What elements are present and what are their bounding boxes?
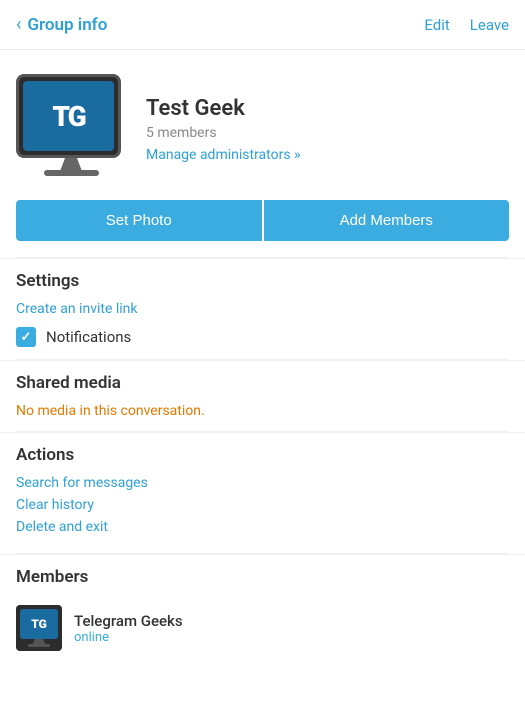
back-button[interactable]: ‹ Group info (16, 14, 107, 35)
group-name: Test Geek (146, 96, 509, 121)
group-details: Test Geek 5 members Manage administrator… (146, 96, 509, 163)
header-actions: Edit Leave (424, 16, 509, 34)
shared-media-empty: No media in this conversation. (16, 403, 509, 419)
actions-title: Actions (16, 445, 509, 465)
set-photo-button[interactable]: Set Photo (16, 200, 262, 241)
avatar: TG (16, 74, 126, 184)
list-item[interactable]: TG Telegram Geeks online (16, 597, 509, 659)
settings-section: Settings Create an invite link ✓ Notific… (0, 258, 525, 359)
shared-media-title: Shared media (16, 373, 509, 393)
member-status: online (74, 630, 183, 645)
profile-section: TG Test Geek 5 members Manage administra… (0, 50, 525, 200)
search-messages-link[interactable]: Search for messages (16, 475, 509, 491)
add-members-button[interactable]: Add Members (264, 200, 510, 241)
checkmark-icon: ✓ (21, 330, 32, 345)
notifications-row: ✓ Notifications (16, 327, 509, 347)
edit-button[interactable]: Edit (424, 16, 449, 34)
create-invite-link[interactable]: Create an invite link (16, 301, 509, 317)
member-count: 5 members (146, 125, 509, 141)
back-chevron-icon: ‹ (16, 14, 21, 35)
notifications-label: Notifications (46, 328, 131, 346)
group-avatar-image: TG (23, 81, 114, 151)
members-title: Members (16, 567, 509, 587)
members-section: Members TG Telegram Geeks online (0, 554, 525, 671)
header: ‹ Group info Edit Leave (0, 0, 525, 50)
member-info: Telegram Geeks online (74, 612, 183, 645)
delete-exit-link[interactable]: Delete and exit (16, 519, 509, 535)
member-name: Telegram Geeks (74, 612, 183, 630)
header-title: Group info (27, 15, 107, 35)
action-buttons: Set Photo Add Members (0, 200, 525, 257)
member-avatar: TG (16, 605, 62, 651)
leave-button[interactable]: Leave (470, 16, 509, 34)
settings-title: Settings (16, 271, 509, 291)
shared-media-section: Shared media No media in this conversati… (0, 360, 525, 431)
manage-administrators-link[interactable]: Manage administrators » (146, 147, 509, 163)
clear-history-link[interactable]: Clear history (16, 497, 509, 513)
actions-section: Actions Search for messages Clear histor… (0, 432, 525, 553)
notifications-checkbox[interactable]: ✓ (16, 327, 36, 347)
